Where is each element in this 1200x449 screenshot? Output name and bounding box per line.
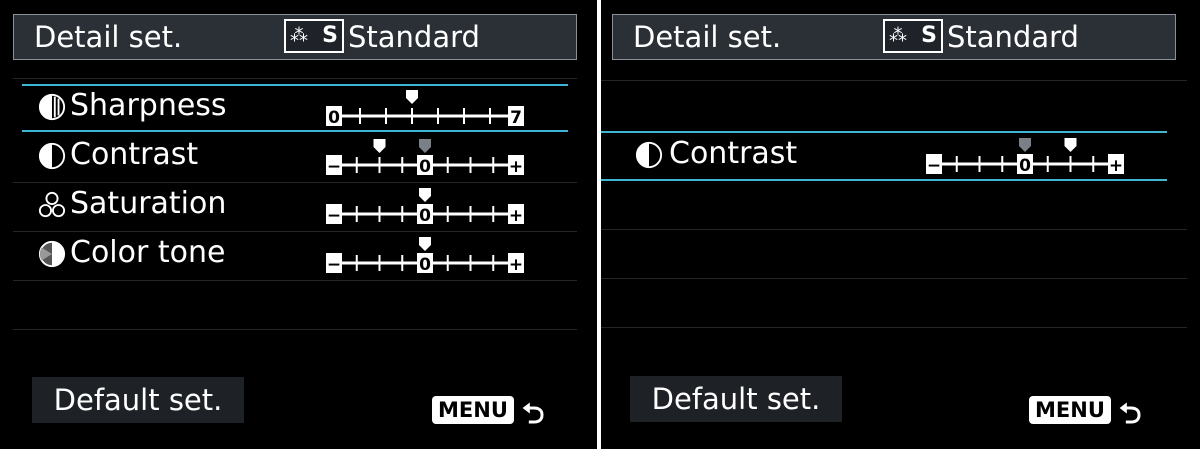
saturation-icon bbox=[38, 191, 66, 218]
menu-button-label[interactable]: MENU bbox=[1029, 396, 1111, 424]
scale-label: 7 bbox=[510, 108, 522, 128]
divider bbox=[13, 78, 577, 79]
right-screen: Detail set. ⁂ S Standard Contrast − +0 De… bbox=[601, 0, 1200, 449]
divider bbox=[601, 278, 1187, 279]
menu-button-label[interactable]: MENU bbox=[432, 396, 514, 424]
sharpness-scale[interactable]: 07 bbox=[326, 88, 526, 132]
row-color-tone-label: Color tone bbox=[70, 235, 226, 270]
scale-label: + bbox=[509, 255, 523, 275]
row-contrast-label: Contrast bbox=[669, 136, 798, 171]
saturation-scale-svg: − +0 bbox=[326, 188, 524, 226]
scale-label: 0 bbox=[419, 157, 431, 177]
row-saturation[interactable]: Saturation − +0 bbox=[13, 182, 573, 230]
row-color-tone[interactable]: Color tone − +0 bbox=[13, 231, 573, 279]
picture-style-icon: ⁂ bbox=[290, 25, 308, 46]
picture-style-label: Standard bbox=[348, 20, 480, 54]
picture-style-code: S bbox=[921, 23, 937, 48]
row-sharpness-label: Sharpness bbox=[70, 88, 227, 123]
picture-style-badge: ⁂ S bbox=[883, 19, 943, 53]
row-contrast-selected[interactable]: Contrast − +0 bbox=[601, 131, 1167, 181]
divider bbox=[601, 327, 1187, 328]
header-title: Detail set. bbox=[34, 20, 183, 54]
scale-label: 0 bbox=[1019, 156, 1031, 176]
current-value-marker bbox=[373, 139, 386, 153]
scale-label: + bbox=[509, 206, 523, 226]
scale-label: − bbox=[327, 255, 341, 275]
scale-label: 0 bbox=[328, 108, 340, 128]
color-tone-icon bbox=[38, 240, 66, 268]
contrast-scale[interactable]: − +0 bbox=[926, 136, 1126, 180]
default-set-button[interactable]: Default set. bbox=[32, 377, 244, 423]
left-screen: Detail set. ⁂ S Standard Sharpness 07 Co… bbox=[0, 0, 597, 449]
scale-label: 0 bbox=[419, 255, 431, 275]
scale-label: − bbox=[327, 157, 341, 177]
header-bar: Detail set. ⁂ S Standard bbox=[13, 14, 577, 60]
sharpness-scale-svg: 07 bbox=[326, 90, 524, 128]
row-sharpness[interactable]: Sharpness 07 bbox=[22, 84, 568, 132]
back-arrow-icon[interactable]: ⮌ bbox=[522, 393, 544, 441]
saturation-scale[interactable]: − +0 bbox=[326, 186, 526, 230]
default-marker bbox=[419, 139, 431, 153]
divider bbox=[13, 329, 577, 330]
current-value-marker bbox=[419, 237, 431, 251]
scale-label: 0 bbox=[419, 206, 431, 226]
scale-label: + bbox=[1109, 156, 1123, 176]
current-value-marker bbox=[419, 188, 431, 202]
current-value-marker bbox=[1064, 138, 1077, 152]
header-title: Detail set. bbox=[633, 20, 782, 54]
current-value-marker bbox=[406, 90, 418, 104]
contrast-icon bbox=[635, 141, 663, 169]
contrast-scale[interactable]: − +0 bbox=[326, 137, 526, 181]
contrast-icon bbox=[38, 142, 66, 170]
picture-style-badge: ⁂ S bbox=[284, 19, 344, 53]
default-set-button[interactable]: Default set. bbox=[630, 376, 842, 422]
back-arrow-icon[interactable]: ⮌ bbox=[1119, 393, 1141, 441]
row-contrast[interactable]: Contrast − +0 bbox=[13, 133, 573, 181]
picture-style-icon: ⁂ bbox=[889, 25, 907, 46]
header-bar: Detail set. ⁂ S Standard bbox=[612, 14, 1176, 60]
color-tone-scale-svg: − +0 bbox=[326, 237, 524, 275]
scale-label: + bbox=[509, 157, 523, 177]
contrast-scale-svg: − +0 bbox=[326, 139, 524, 177]
picture-style-code: S bbox=[322, 23, 338, 48]
color-tone-scale[interactable]: − +0 bbox=[326, 235, 526, 279]
divider bbox=[601, 229, 1187, 230]
default-marker bbox=[1019, 138, 1031, 152]
contrast-scale-svg: − +0 bbox=[926, 138, 1124, 176]
row-saturation-label: Saturation bbox=[70, 186, 227, 221]
row-contrast-label: Contrast bbox=[70, 137, 199, 172]
scale-label: − bbox=[327, 206, 341, 226]
picture-style-label: Standard bbox=[947, 20, 1079, 54]
sharpness-icon bbox=[38, 93, 66, 121]
divider bbox=[13, 280, 577, 281]
divider bbox=[601, 80, 1187, 81]
scale-label: − bbox=[927, 156, 941, 176]
